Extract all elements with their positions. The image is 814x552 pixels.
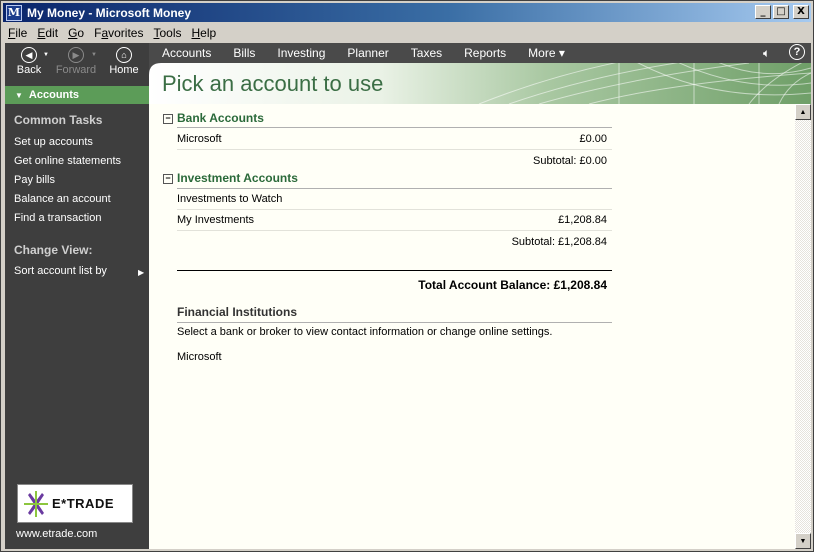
investment-accounts-heading[interactable]: − Investment Accounts — [163, 171, 612, 185]
menu-file[interactable]: File — [3, 26, 32, 40]
account-name: My Investments — [177, 214, 255, 226]
page-title: Pick an account to use — [162, 71, 384, 96]
account-row-microsoft[interactable]: Microsoft £0.00 — [177, 133, 607, 145]
tab-more[interactable]: More ▾ — [517, 46, 576, 60]
row-divider — [177, 149, 612, 150]
tab-taxes[interactable]: Taxes — [400, 46, 453, 60]
etrade-ad-banner[interactable]: E*TRADE — [17, 484, 133, 523]
task-get-online-statements[interactable]: Get online statements — [14, 155, 121, 167]
tab-reports[interactable]: Reports — [453, 46, 517, 60]
menu-bar: File Edit Go Favorites Tools Help — [3, 23, 811, 42]
back-arrow-icon: ◀ — [21, 47, 37, 63]
account-balance: £0.00 — [579, 133, 607, 145]
account-name: Investments to Watch — [177, 193, 283, 205]
window-title: My Money - Microsoft Money — [27, 5, 192, 20]
speaker-icon[interactable]: 🔈︎ — [763, 46, 770, 61]
sidebar: ◀ Back ▼ ▶ Forward ▼ ⌂ Home ▼ Accounts C… — [5, 43, 149, 549]
submenu-arrow-icon[interactable]: ▶ — [138, 268, 144, 277]
close-button[interactable]: X — [793, 5, 809, 19]
change-view-heading: Change View: — [14, 243, 93, 257]
window-controls: _ □ X — [755, 5, 809, 19]
account-balance: £1,208.84 — [558, 214, 607, 226]
divider — [177, 322, 612, 323]
task-set-up-accounts[interactable]: Set up accounts — [14, 136, 93, 148]
forward-history-dropdown-icon[interactable]: ▼ — [91, 52, 97, 58]
tab-bills[interactable]: Bills — [222, 46, 266, 60]
minimize-button[interactable]: _ — [755, 5, 771, 19]
forward-label: Forward — [55, 64, 97, 76]
menu-tools[interactable]: Tools — [148, 26, 186, 40]
home-button[interactable]: ⌂ Home — [101, 47, 147, 76]
menu-help[interactable]: Help — [186, 26, 221, 40]
account-name: Microsoft — [177, 133, 222, 145]
etrade-url[interactable]: www.etrade.com — [16, 528, 97, 540]
collapse-triangle-icon: ▼ — [15, 90, 23, 100]
total-divider — [177, 270, 612, 271]
investment-subtotal: Subtotal: £1,208.84 — [511, 236, 607, 248]
task-find-a-transaction[interactable]: Find a transaction — [14, 212, 101, 224]
etrade-logo-icon — [24, 490, 48, 517]
financial-institutions-description: Select a bank or broker to view contact … — [177, 326, 553, 338]
menu-go[interactable]: Go — [63, 26, 89, 40]
account-row-investments-to-watch[interactable]: Investments to Watch — [177, 193, 607, 205]
divider — [177, 127, 612, 128]
help-icon[interactable]: ? — [789, 44, 805, 60]
menu-edit[interactable]: Edit — [32, 26, 63, 40]
accounts-header-label: Accounts — [28, 89, 80, 101]
bank-subtotal: Subtotal: £0.00 — [532, 155, 607, 167]
sort-account-list-item[interactable]: Sort account list by — [14, 265, 107, 277]
money-app-icon[interactable]: M — [6, 4, 22, 21]
bank-accounts-heading[interactable]: − Bank Accounts — [163, 111, 612, 125]
main-tabs: Accounts Bills Investing Planner Taxes R… — [151, 43, 576, 63]
vertical-scrollbar[interactable]: ▲ ▼ — [795, 104, 811, 549]
page-header: Pick an account to use — [149, 63, 811, 104]
task-balance-an-account[interactable]: Balance an account — [14, 193, 111, 205]
forward-arrow-icon: ▶ — [68, 47, 84, 63]
collapse-minus-icon[interactable]: − — [163, 114, 173, 124]
account-row-my-investments[interactable]: My Investments £1,208.84 — [177, 214, 607, 226]
back-history-dropdown-icon[interactable]: ▼ — [43, 52, 49, 58]
scroll-up-arrow-icon[interactable]: ▲ — [795, 104, 811, 120]
collapse-minus-icon[interactable]: − — [163, 174, 173, 184]
app-window: M My Money - Microsoft Money _ □ X File … — [0, 0, 814, 552]
maximize-button[interactable]: □ — [773, 5, 789, 19]
title-bar[interactable]: M My Money - Microsoft Money _ □ X — [3, 3, 811, 22]
tab-accounts[interactable]: Accounts — [151, 46, 222, 60]
accounts-section-header[interactable]: ▼ Accounts — [5, 86, 149, 104]
row-divider — [177, 230, 612, 231]
scroll-down-arrow-icon[interactable]: ▼ — [795, 533, 811, 549]
task-pay-bills[interactable]: Pay bills — [14, 174, 55, 186]
etrade-brand-text: E*TRADE — [52, 496, 115, 511]
divider — [177, 188, 612, 189]
tab-planner[interactable]: Planner — [336, 46, 399, 60]
home-label: Home — [109, 64, 139, 76]
institution-microsoft[interactable]: Microsoft — [177, 351, 222, 363]
total-account-balance: Total Account Balance: £1,208.84 — [418, 278, 607, 292]
main-content: − Bank Accounts Microsoft £0.00 Subtotal:… — [149, 104, 795, 549]
home-icon: ⌂ — [116, 47, 132, 63]
back-label: Back — [16, 64, 42, 76]
tab-investing[interactable]: Investing — [266, 46, 336, 60]
financial-institutions-heading: Financial Institutions — [177, 305, 298, 319]
row-divider — [177, 209, 612, 210]
menu-favorites[interactable]: Favorites — [89, 26, 148, 40]
common-tasks-heading: Common Tasks — [14, 113, 103, 127]
